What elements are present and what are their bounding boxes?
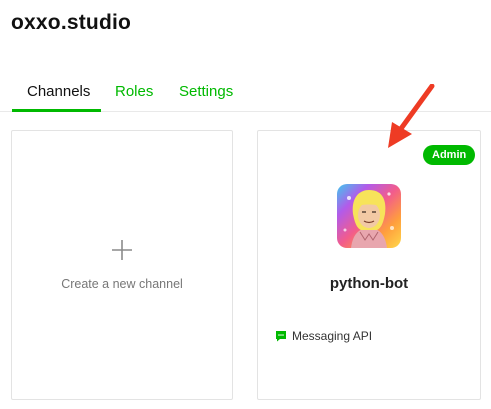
provider-title: oxxo.studio — [11, 11, 132, 34]
tab-roles[interactable]: Roles — [115, 83, 153, 100]
chat-bubble-icon — [276, 331, 286, 342]
tab-settings[interactable]: Settings — [179, 83, 233, 100]
active-tab-indicator — [12, 109, 101, 112]
channel-type: Messaging API — [275, 328, 372, 344]
tab-channels[interactable]: Channels — [27, 83, 90, 100]
channel-card[interactable]: Admin python-bot Messaging API — [257, 130, 481, 400]
line-developers-provider-page: oxxo.studio Channels Roles Settings Crea… — [0, 0, 491, 409]
create-channel-card[interactable]: Create a new channel — [11, 130, 233, 400]
avatar-image — [337, 184, 401, 248]
channel-type-label: Messaging API — [292, 329, 373, 343]
channel-name: python-bot — [329, 275, 409, 292]
create-channel-label: Create a new channel — [61, 277, 183, 291]
plus-icon — [112, 240, 132, 260]
channel-avatar — [337, 184, 401, 248]
annotation-arrow-icon — [388, 84, 435, 148]
